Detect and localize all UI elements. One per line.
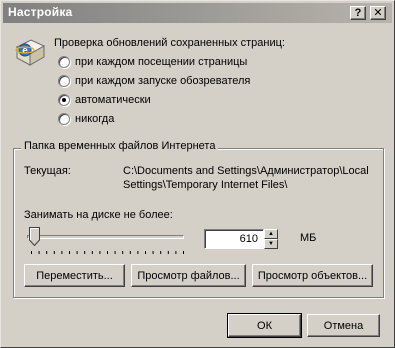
move-folder-button[interactable]: Переместить... bbox=[24, 264, 125, 287]
help-button[interactable]: ? bbox=[350, 6, 366, 20]
settings-dialog: Настройка ? ✕ e Проверка обновлений сохр… bbox=[0, 0, 395, 348]
ok-button[interactable]: ОК bbox=[227, 313, 302, 338]
radio-every-visit[interactable] bbox=[58, 56, 70, 68]
radio-automatic-label[interactable]: автоматически bbox=[75, 94, 151, 106]
ie-page-icon: e bbox=[15, 39, 46, 66]
spin-up-button[interactable]: ▲ bbox=[264, 229, 278, 239]
disk-space-input[interactable]: 610 bbox=[204, 229, 264, 249]
current-folder-path-line2: Settings\Temporary Internet Files\ bbox=[123, 179, 288, 191]
view-objects-button[interactable]: Просмотр объектов... bbox=[252, 264, 373, 287]
arrow-down-icon: ▼ bbox=[268, 241, 274, 247]
title-bar: Настройка ? ✕ bbox=[3, 3, 392, 23]
close-button[interactable]: ✕ bbox=[370, 6, 386, 20]
cancel-button[interactable]: Отмена bbox=[307, 314, 380, 337]
check-heading: Проверка обновлений сохраненных страниц: bbox=[54, 37, 285, 49]
radio-every-start-label[interactable]: при каждом запуске обозревателя bbox=[75, 75, 250, 87]
current-folder-label: Текущая: bbox=[24, 165, 71, 177]
temp-files-group-title: Папка временных файлов Интернета bbox=[21, 140, 219, 152]
radio-never-label[interactable]: никогда bbox=[75, 113, 114, 125]
slider-ticks bbox=[31, 251, 184, 254]
close-icon: ✕ bbox=[373, 7, 383, 19]
radio-every-start[interactable] bbox=[58, 75, 70, 87]
spin-down-button[interactable]: ▼ bbox=[264, 239, 278, 249]
current-folder-path-line1: C:\Documents and Settings\Администратор\… bbox=[123, 165, 369, 177]
disk-space-label: Занимать на диске не более: bbox=[24, 209, 173, 221]
disk-unit-label: МБ bbox=[300, 232, 317, 244]
radio-every-visit-label[interactable]: при каждом посещении страницы bbox=[75, 56, 247, 68]
radio-automatic[interactable] bbox=[58, 94, 70, 106]
slider-thumb-icon[interactable] bbox=[29, 227, 40, 246]
view-files-button[interactable]: Просмотр файлов... bbox=[131, 264, 246, 287]
help-icon: ? bbox=[354, 7, 362, 19]
radio-never[interactable] bbox=[58, 113, 70, 125]
disk-space-slider-track[interactable] bbox=[27, 235, 184, 239]
arrow-up-icon: ▲ bbox=[268, 231, 274, 237]
window-title: Настройка bbox=[8, 5, 73, 19]
